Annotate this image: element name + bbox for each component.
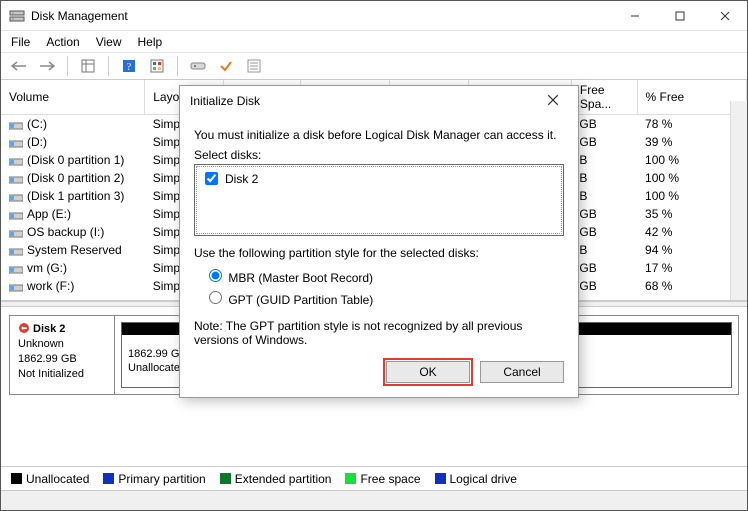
legend-item: Unallocated <box>11 472 89 486</box>
disk-checkbox-item[interactable]: Disk 2 <box>201 169 557 188</box>
volume-icon <box>9 264 23 274</box>
menubar: File Action View Help <box>1 31 747 52</box>
refresh-button[interactable] <box>145 55 169 77</box>
vertical-scrollbar[interactable] <box>730 101 747 300</box>
volume-name-cell: work (F:) <box>1 277 145 295</box>
disk-management-window: Disk Management File Action View Help ? … <box>0 0 748 511</box>
menu-action[interactable]: Action <box>46 35 79 49</box>
ok-button[interactable]: OK <box>386 361 470 383</box>
dialog-close-button[interactable] <box>538 93 568 109</box>
volume-name-cell: App (E:) <box>1 205 145 223</box>
maximize-button[interactable] <box>657 1 702 30</box>
volume-icon <box>9 138 23 148</box>
volume-icon <box>9 156 23 166</box>
table-cell: GB <box>571 205 637 223</box>
app-icon <box>9 8 25 24</box>
mbr-option[interactable]: MBR (Master Boot Record) <box>204 266 564 285</box>
table-cell: B <box>571 187 637 205</box>
legend-swatch <box>220 473 231 484</box>
volume-icon <box>9 174 23 184</box>
gpt-option[interactable]: GPT (GUID Partition Table) <box>204 288 564 307</box>
view-grid-button[interactable] <box>76 55 100 77</box>
cancel-button[interactable]: Cancel <box>480 361 564 383</box>
volume-icon <box>9 246 23 256</box>
volume-icon <box>9 228 23 238</box>
legend-item: Free space <box>345 472 420 486</box>
properties-button[interactable] <box>186 55 210 77</box>
column-header[interactable]: Volume <box>1 80 145 115</box>
table-cell: B <box>571 151 637 169</box>
error-icon <box>18 322 30 334</box>
menu-help[interactable]: Help <box>138 35 163 49</box>
volume-name-cell: (Disk 1 partition 3) <box>1 187 145 205</box>
table-cell: B <box>571 169 637 187</box>
disk-init-status: Not Initialized <box>18 368 84 380</box>
disk-name: Disk 2 <box>33 323 65 335</box>
menu-view[interactable]: View <box>96 35 122 49</box>
volume-icon <box>9 192 23 202</box>
close-button[interactable] <box>702 1 747 30</box>
partition-style-label: Use the following partition style for th… <box>194 246 564 260</box>
back-button[interactable] <box>7 55 31 77</box>
toolbar: ? <box>1 52 747 80</box>
volume-name-cell: (D:) <box>1 133 145 151</box>
gpt-note: Note: The GPT partition style is not rec… <box>194 319 564 347</box>
svg-text:?: ? <box>127 62 132 73</box>
gpt-radio[interactable] <box>209 291 222 304</box>
volume-name-cell: (C:) <box>1 115 145 134</box>
legend-item: Primary partition <box>103 472 205 486</box>
disk-selection-list[interactable]: Disk 2 <box>194 164 564 236</box>
list-button[interactable] <box>242 55 266 77</box>
volume-name-cell: OS backup (I:) <box>1 223 145 241</box>
table-cell: GB <box>571 277 637 295</box>
minimize-button[interactable] <box>612 1 657 30</box>
disk-size: 1862.99 GB <box>18 353 77 365</box>
volume-name-cell: (Disk 0 partition 1) <box>1 151 145 169</box>
table-cell: GB <box>571 259 637 277</box>
table-cell: GB <box>571 133 637 151</box>
forward-button[interactable] <box>35 55 59 77</box>
legend-swatch <box>11 473 22 484</box>
volume-icon <box>9 282 23 292</box>
table-cell: B <box>571 241 637 259</box>
window-title: Disk Management <box>31 9 612 23</box>
ok-check-icon[interactable] <box>214 55 238 77</box>
disk2-checkbox[interactable] <box>205 172 218 185</box>
disk2-label: Disk 2 <box>225 172 258 186</box>
titlebar: Disk Management <box>1 1 747 31</box>
mbr-radio[interactable] <box>209 269 222 282</box>
mbr-label: MBR (Master Boot Record) <box>228 271 373 285</box>
help-button[interactable]: ? <box>117 55 141 77</box>
legend: Unallocated Primary partition Extended par… <box>1 466 747 490</box>
table-cell: GB <box>571 115 637 134</box>
disk-status: Unknown <box>18 338 64 350</box>
legend-swatch <box>345 473 356 484</box>
volume-name-cell: vm (G:) <box>1 259 145 277</box>
dialog-title: Initialize Disk <box>190 94 538 108</box>
dialog-intro-text: You must initialize a disk before Logica… <box>194 128 564 142</box>
volume-icon <box>9 210 23 220</box>
partition-style-group: MBR (Master Boot Record) GPT (GUID Parti… <box>204 266 564 307</box>
status-bar <box>1 490 747 510</box>
window-buttons <box>612 1 747 30</box>
table-cell: GB <box>571 223 637 241</box>
dialog-titlebar: Initialize Disk <box>180 86 578 116</box>
menu-file[interactable]: File <box>11 35 30 49</box>
gpt-label: GPT (GUID Partition Table) <box>228 293 373 307</box>
dialog-body: You must initialize a disk before Logica… <box>180 116 578 397</box>
volume-name-cell: System Reserved <box>1 241 145 259</box>
dialog-buttons: OK Cancel <box>194 361 564 383</box>
volume-name-cell: (Disk 0 partition 2) <box>1 169 145 187</box>
column-header[interactable]: Free Spa... <box>571 80 637 115</box>
legend-item: Extended partition <box>220 472 332 486</box>
legend-item: Logical drive <box>435 472 517 486</box>
select-disks-label: Select disks: <box>194 148 564 162</box>
legend-swatch <box>435 473 446 484</box>
legend-swatch <box>103 473 114 484</box>
initialize-disk-dialog: Initialize Disk You must initialize a di… <box>179 85 579 398</box>
volume-icon <box>9 120 23 130</box>
disk-label: Disk 2 Unknown 1862.99 GB Not Initialize… <box>10 316 115 394</box>
